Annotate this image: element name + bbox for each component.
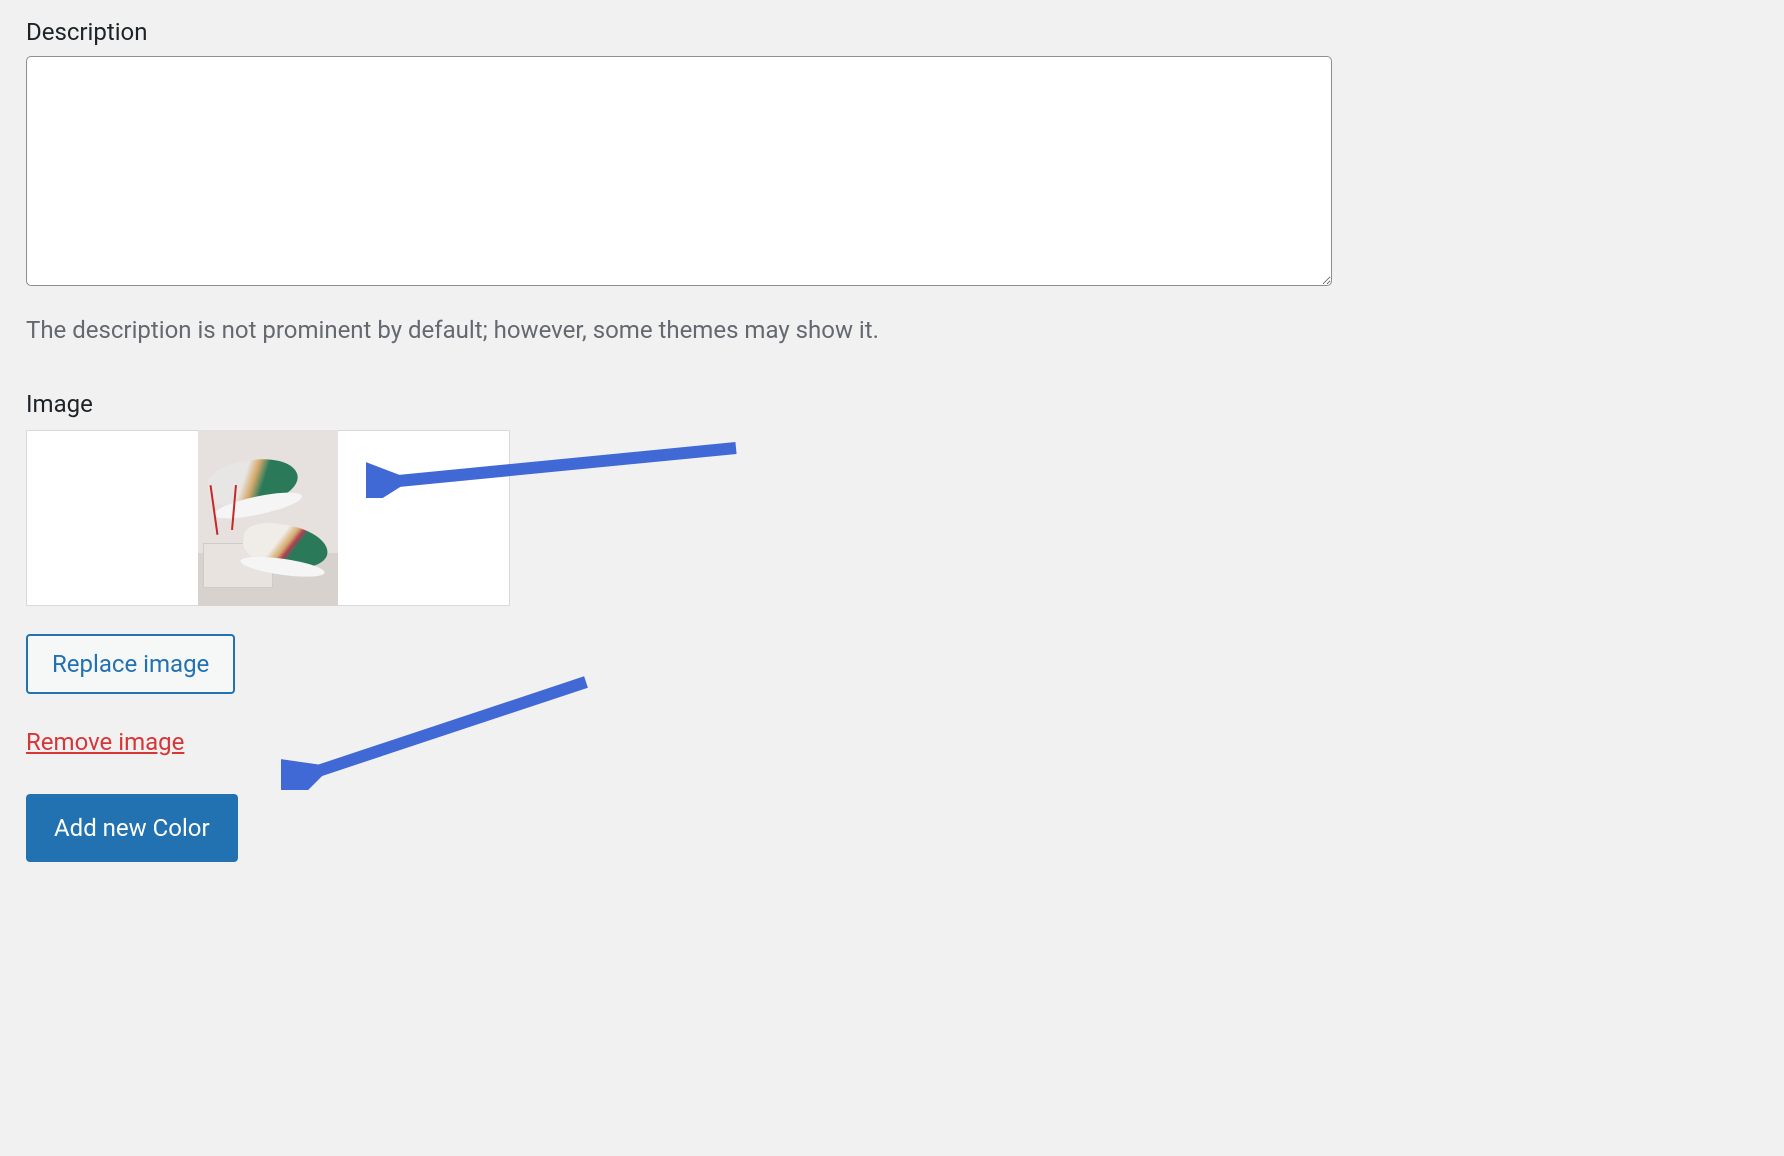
product-thumbnail (198, 430, 338, 606)
description-label: Description (26, 18, 1758, 46)
add-new-color-button[interactable]: Add new Color (26, 794, 238, 862)
description-textarea[interactable] (26, 56, 1332, 286)
description-field: Description The description is not promi… (26, 18, 1758, 344)
image-field: Image Replace image Remove image Add new… (26, 390, 1758, 862)
replace-image-button[interactable]: Replace image (26, 634, 235, 694)
image-preview[interactable] (26, 430, 510, 606)
image-label: Image (26, 390, 1758, 418)
description-helper-text: The description is not prominent by defa… (26, 316, 1758, 344)
remove-image-link[interactable]: Remove image (26, 728, 184, 756)
